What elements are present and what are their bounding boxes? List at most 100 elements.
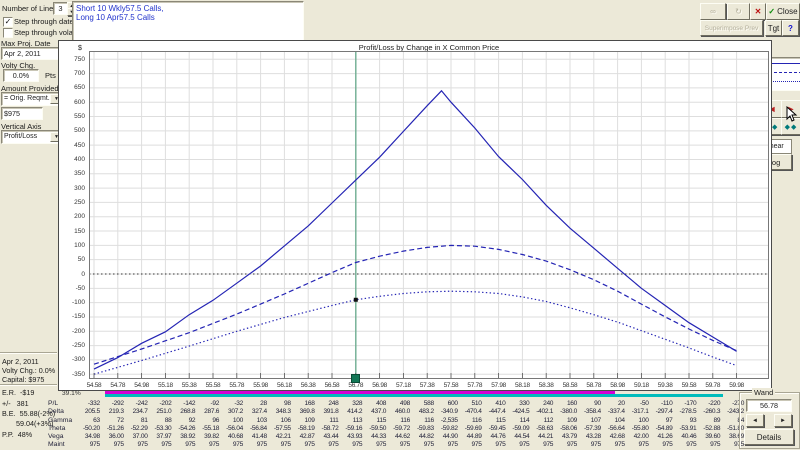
x-axis-label: 55.38 <box>176 382 202 389</box>
y-axis-label: 500 <box>59 127 85 134</box>
current-price-marker[interactable] <box>351 374 360 383</box>
max-proj-date-input[interactable]: Apr 2, 2011 <box>1 47 61 60</box>
table-cell: 44.21 <box>529 433 553 440</box>
table-cell: 240 <box>529 400 553 407</box>
y-axis-label: 100 <box>59 242 85 249</box>
table-cell: 109 <box>553 417 577 424</box>
table-cell: 116 <box>458 417 482 424</box>
refresh-icon-button[interactable]: ↻ <box>727 3 750 20</box>
table-cell: 168 <box>291 400 315 407</box>
table-cell: 975 <box>148 441 172 448</box>
table-cell: -58.72 <box>315 425 339 432</box>
amount-provided-select[interactable]: = Orig. Reqmt. ▼ <box>1 92 65 106</box>
strategy-line-2: Long 10 Apr57.5 Calls <box>76 13 300 22</box>
table-cell: 42.87 <box>291 433 315 440</box>
number-of-lines-value[interactable]: 3 <box>53 2 68 15</box>
step-volatilities-checkbox[interactable] <box>3 28 13 38</box>
table-cell: 43.28 <box>577 433 601 440</box>
table-row: -332-292-242-202-142-92-3228981682483284… <box>76 400 744 407</box>
table-cell: -220 <box>696 400 720 407</box>
link-icon-button[interactable]: ∞ <box>700 3 726 20</box>
x-axis-label: 59.98 <box>724 382 750 389</box>
y-axis-label: 700 <box>59 70 85 77</box>
table-cell: -332 <box>76 400 100 407</box>
table-cell: 106 <box>267 417 291 424</box>
close-button-label: Close <box>777 7 797 16</box>
table-cell: 42.21 <box>267 433 291 440</box>
table-cell: 975 <box>195 441 219 448</box>
table-cell: -202 <box>148 400 172 407</box>
table-cell: 408 <box>362 400 386 407</box>
amount-input[interactable]: $975 <box>1 107 43 120</box>
table-cell: -50 <box>625 400 649 407</box>
table-cell: 40.68 <box>219 433 243 440</box>
wand-left-button[interactable]: ◄ <box>746 414 764 427</box>
table-cell: 44.76 <box>482 433 506 440</box>
x-axis-label: 59.58 <box>676 382 702 389</box>
volty-chg-input[interactable]: 0.0% <box>3 69 39 82</box>
superimpose-prev-button[interactable]: Superimpose Prev <box>700 20 763 36</box>
table-cell: 219.3 <box>100 408 124 415</box>
table-cell: -317.1 <box>625 408 649 415</box>
superimpose-prev-label: Superimpose Prev <box>705 25 758 32</box>
table-cell: 100 <box>219 417 243 424</box>
strategy-description-box[interactable]: Short 10 Wkly57.5 Calls, Long 10 Apr57.5… <box>72 1 304 43</box>
table-cell: 112 <box>529 417 553 424</box>
y-axis-label: -50 <box>59 285 85 292</box>
table-cell: -52.29 <box>124 425 148 432</box>
table-cell: -58.06 <box>553 425 577 432</box>
wand-right-button[interactable]: ► <box>774 414 792 427</box>
table-cell: 975 <box>362 441 386 448</box>
table-cell: -59.45 <box>482 425 506 432</box>
table-cell: -470.4 <box>458 408 482 415</box>
vertical-axis-select[interactable]: Profit/Loss ▼ <box>1 130 65 144</box>
series-T+4 <box>94 91 737 369</box>
stat-capital: Capital: $975 <box>2 375 44 384</box>
table-cell: -54.26 <box>171 425 195 432</box>
table-row-label: Vega <box>48 433 64 440</box>
wand-price-input[interactable]: 56.78 <box>746 399 792 412</box>
table-cell: -59.83 <box>410 425 434 432</box>
table-cell: -142 <box>171 400 195 407</box>
profit-loss-chart[interactable] <box>89 51 769 379</box>
y-axis-label: -100 <box>59 299 85 306</box>
step-dates-checkbox[interactable]: ✓ <box>3 17 13 27</box>
x-axis-label: 59.18 <box>628 382 654 389</box>
table-cell: 88 <box>148 417 172 424</box>
table-cell: 107 <box>577 417 601 424</box>
table-cell: -424.5 <box>505 408 529 415</box>
step-dates-label: Step through dates <box>14 17 77 26</box>
x-axis-label: 56.38 <box>295 382 321 389</box>
table-row: -50.20-51.26-52.29-53.30-54.26-55.18-56.… <box>76 425 744 432</box>
details-button[interactable]: Details <box>744 429 794 445</box>
x-axis-label: 54.98 <box>129 382 155 389</box>
table-cell: 42.68 <box>601 433 625 440</box>
table-cell: -59.69 <box>458 425 482 432</box>
x-axis-label: 57.38 <box>414 382 440 389</box>
delete-button[interactable]: ✕ <box>750 3 766 20</box>
table-cell: -2,535 <box>434 417 458 424</box>
table-cell: -59.50 <box>362 425 386 432</box>
table-cell: 410 <box>482 400 506 407</box>
table-cell: 975 <box>386 441 410 448</box>
table-cell: -170 <box>672 400 696 407</box>
volty-chg-units: Pts <box>45 71 56 80</box>
x-axis-label: 58.58 <box>557 382 583 389</box>
table-cell: -56.64 <box>601 425 625 432</box>
table-row-label: Maint <box>48 441 65 448</box>
table-cell: -340.9 <box>434 408 458 415</box>
help-button[interactable]: ? <box>782 20 799 36</box>
y-axis-label: -200 <box>59 328 85 335</box>
tgt-button[interactable]: Tgt <box>765 20 782 36</box>
table-cell: -57.39 <box>577 425 601 432</box>
x-axis-label: 58.18 <box>509 382 535 389</box>
close-button[interactable]: ✓ Close <box>766 3 800 20</box>
x-axis-label: 58.78 <box>581 382 607 389</box>
table-cell: -292 <box>100 400 124 407</box>
table-cell: -447.4 <box>482 408 506 415</box>
table-cell: 109 <box>291 417 315 424</box>
table-cell: 205.5 <box>76 408 100 415</box>
table-cell: 600 <box>434 400 458 407</box>
table-cell: 43.44 <box>315 433 339 440</box>
table-cell: -55.18 <box>195 425 219 432</box>
